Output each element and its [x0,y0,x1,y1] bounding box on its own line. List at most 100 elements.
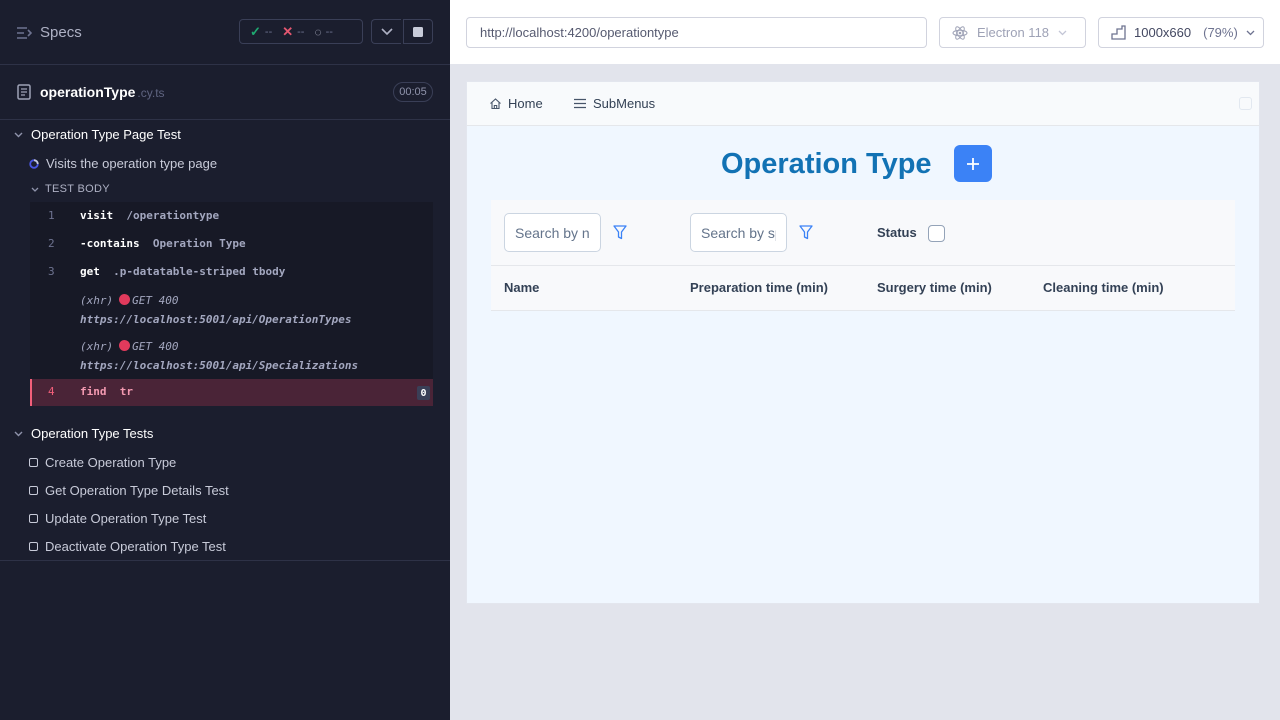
test-title: Get Operation Type Details Test [45,483,229,498]
command-number: 3 [48,265,55,278]
test-visits-page[interactable]: Visits the operation type page [29,156,217,171]
test-item[interactable]: Get Operation Type Details Test [29,483,229,498]
command-number: 1 [48,209,55,222]
spec-file-basename: operationType [40,84,136,100]
xhr-label: (xhr) [80,340,114,353]
operation-types-table: Status Name Preparation time (min) Surge… [491,200,1235,311]
pending-icon: ◌ [314,24,322,39]
check-icon: ✓ [250,23,261,39]
xhr-status: 400 [158,294,179,307]
url-text: http://localhost:4200/operationtype [480,25,679,40]
app-navbar: Home SubMenus [467,82,1259,126]
app-under-test: Home SubMenus Operation Type Status Name… [466,81,1260,604]
nav-home[interactable]: Home [489,96,543,111]
command-name: find [80,385,107,398]
command-message: tr [119,385,133,398]
test-stats: ✓ -- ✕ -- ◌ -- [239,19,363,44]
stop-button[interactable] [403,19,433,44]
nav-submenus[interactable]: SubMenus [573,96,655,111]
xhr-log-entry[interactable]: (xhr) GET 400 https://localhost:5001/api/… [80,337,358,375]
suite-operation-type-tests[interactable]: Operation Type Tests [14,426,153,441]
options-dropdown-button[interactable] [371,19,401,44]
test-item[interactable]: Deactivate Operation Type Test [29,539,226,554]
browser-name: Electron 118 [977,25,1050,40]
column-header-surgery-time[interactable]: Surgery time (min) [877,280,992,295]
suite-title: Operation Type Tests [31,426,154,441]
pending-test-icon [29,486,38,495]
electron-icon [952,25,968,40]
viewport-selector[interactable]: 1000x660 (79%) [1098,17,1264,48]
column-header-preparation-time[interactable]: Preparation time (min) [690,280,828,295]
document-icon [17,84,31,100]
pending-test-icon [29,514,38,523]
chevron-down-icon [14,132,23,137]
spec-file-extension: .cy.ts [137,86,165,100]
reporter-panel: Specs ✓ -- ✕ -- ◌ -- operationType .cy.ts 00… [0,0,450,720]
test-body-text: TEST BODY [45,183,110,195]
status-filter-label: Status [877,225,917,240]
failed-command-row[interactable]: 4 find tr 0 [30,379,433,406]
xhr-method: GET [132,294,152,307]
xhr-url: https://localhost:5001/api/OperationType… [80,313,352,326]
url-bar[interactable]: http://localhost:4200/operationtype [466,17,927,48]
page-title: Operation Type [721,148,932,180]
command-content: get .p-datatable-striped tbody [80,265,285,278]
xhr-label: (xhr) [80,294,114,307]
command-content: visit /operationtype [80,209,219,222]
filter-icon[interactable] [613,225,627,240]
browser-selector[interactable]: Electron 118 [939,17,1086,48]
pending-stat: ◌ -- [314,25,332,39]
pending-test-icon [29,458,38,467]
command-name: get [80,265,100,278]
column-header-cleaning-time[interactable]: Cleaning time (min) [1043,280,1164,295]
pending-count: -- [325,25,333,38]
aut-header: http://localhost:4200/operationtype Elec… [450,0,1280,64]
spec-file-row: operationType .cy.ts 00:05 [0,65,450,120]
command-name: visit [80,209,114,222]
status-filter-checkbox[interactable] [928,225,945,242]
column-header-name[interactable]: Name [504,280,539,295]
chevron-down-icon [1246,30,1255,35]
command-message: .p-datatable-striped tbody [113,265,286,278]
command-message: Operation Type [152,237,246,250]
xhr-url: https://localhost:5001/api/Specializatio… [80,359,359,372]
specs-toggle[interactable]: Specs [16,24,82,41]
spec-duration: 00:05 [393,82,433,102]
nav-corner-button[interactable] [1239,97,1252,110]
test-item[interactable]: Update Operation Type Test [29,511,206,526]
specs-label: Specs [40,24,82,41]
test-title: Deactivate Operation Type Test [45,539,226,554]
nav-home-label: Home [508,96,543,111]
search-by-name-input[interactable] [504,213,601,252]
test-title: Visits the operation type page [46,156,218,171]
add-operation-type-button[interactable] [954,145,992,182]
pending-test-icon [29,542,38,551]
chevron-down-icon [1058,30,1067,35]
test-title: Update Operation Type Test [45,511,207,526]
ruler-icon [1111,25,1126,40]
chevron-down-icon [380,27,393,35]
chevron-down-icon [31,187,39,192]
failed-count: -- [297,25,305,38]
filter-row: Status [491,200,1235,266]
xhr-method: GET [132,340,152,353]
error-status-icon [119,340,131,351]
chevron-down-icon [14,431,23,436]
reporter-header: Specs ✓ -- ✕ -- ◌ -- [0,0,450,65]
suite-title: Operation Type Page Test [31,127,181,142]
search-by-specialization-input[interactable] [690,213,787,252]
divider [0,560,450,561]
viewport-scale: (79%) [1203,25,1238,40]
suite-operation-type-page-test[interactable]: Operation Type Page Test [14,127,181,142]
command-message: /operationtype [126,209,220,222]
command-number: 2 [48,237,55,250]
command-log: 1 visit /operationtype 2 -contains Opera… [30,202,433,406]
menu-icon [574,98,586,109]
failed-stat: ✕ -- [282,24,304,40]
xhr-log-entry[interactable]: (xhr) GET 400 https://localhost:5001/api/… [80,291,352,329]
filter-icon[interactable] [799,225,813,240]
test-item[interactable]: Create Operation Type [29,455,176,470]
command-content: -contains Operation Type [80,237,246,250]
test-body-label[interactable]: TEST BODY [31,183,110,195]
test-title: Create Operation Type [45,455,177,470]
